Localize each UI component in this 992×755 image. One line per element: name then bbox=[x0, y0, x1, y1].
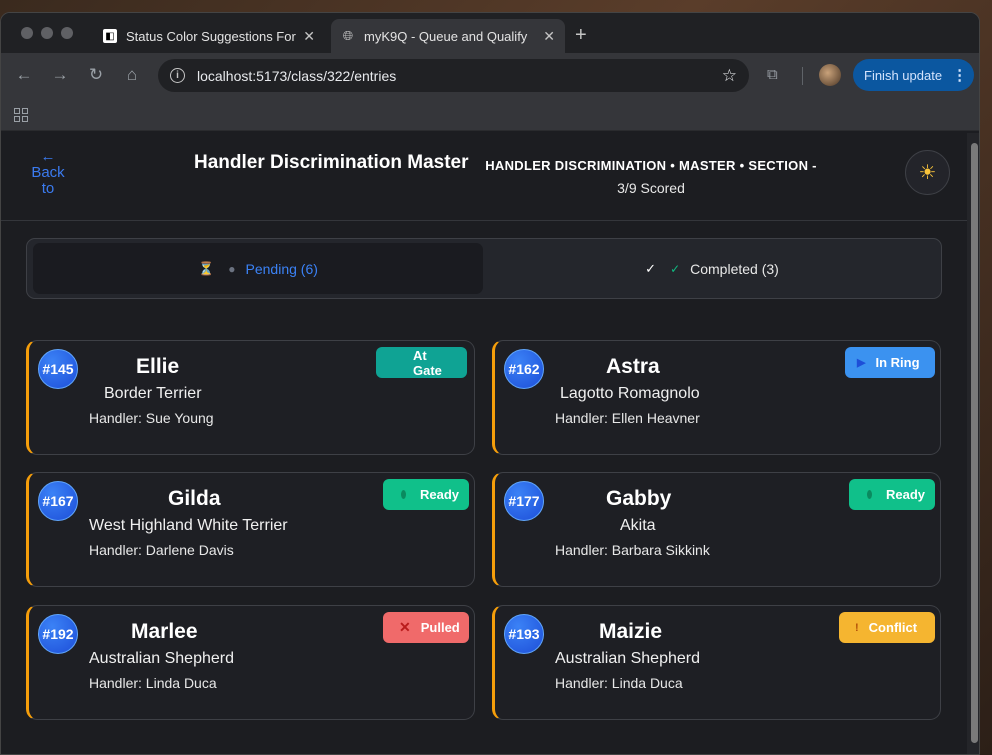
ready-dot-icon bbox=[867, 490, 872, 499]
entry-card[interactable]: #193 Maizie Australian Shepherd Handler:… bbox=[492, 605, 941, 720]
reload-icon[interactable]: ↻ bbox=[85, 65, 107, 85]
armband-number-badge: #193 bbox=[504, 614, 544, 654]
back-arrow-icon[interactable]: ← bbox=[13, 65, 35, 85]
back-to-classes-link[interactable]: ← Back to Classes bbox=[25, 149, 71, 193]
x-icon: ✕ bbox=[399, 619, 411, 635]
home-icon[interactable]: ⌂ bbox=[121, 65, 143, 85]
lens-search-icon[interactable]: ⧉ bbox=[767, 66, 778, 83]
armband-number-badge: #167 bbox=[38, 481, 78, 521]
status-label: Ready bbox=[885, 487, 925, 502]
bookmark-star-icon[interactable]: ☆ bbox=[722, 66, 737, 86]
dog-name: Astra bbox=[606, 355, 660, 378]
checkmark-icon: ✓ bbox=[645, 260, 657, 276]
browser-window: ◧ Status Color Suggestions For ✕ 🌐︎ myK9… bbox=[0, 12, 980, 755]
status-label: Ready bbox=[419, 487, 459, 502]
new-tab-button[interactable]: + bbox=[575, 25, 587, 45]
tab-completed[interactable]: ✓ ✓ Completed (3) bbox=[487, 243, 937, 294]
maximize-window-button[interactable] bbox=[61, 27, 73, 39]
scored-count: 3/9 Scored bbox=[617, 180, 685, 196]
tab-pending-label: Pending (6) bbox=[245, 260, 318, 277]
play-icon: ▶ bbox=[857, 357, 866, 369]
browser-toolbar: ← → ↻ ⌂ i localhost:5173/class/322/entri… bbox=[1, 53, 979, 99]
finish-update-label: Finish update bbox=[864, 67, 943, 83]
ready-dot-icon bbox=[401, 490, 406, 499]
apps-grid-icon[interactable] bbox=[14, 108, 28, 122]
browser-tab-status-colors[interactable]: ◧ Status Color Suggestions For ✕ bbox=[93, 19, 325, 53]
handler-name: Handler: Darlene Davis bbox=[89, 542, 234, 558]
handler-name: Handler: Linda Duca bbox=[89, 675, 217, 691]
dog-breed: Akita bbox=[620, 517, 656, 534]
dog-breed: Australian Shepherd bbox=[555, 650, 700, 667]
status-label: At Gate bbox=[413, 347, 442, 378]
dog-name: Gilda bbox=[168, 487, 221, 510]
tab-completed-label: Completed (3) bbox=[690, 260, 779, 277]
tab-pending[interactable]: ⏳ ● Pending (6) bbox=[33, 243, 483, 294]
armband-number-badge: #192 bbox=[38, 614, 78, 654]
sun-icon: ☀ bbox=[918, 162, 937, 184]
handler-name: Handler: Sue Young bbox=[89, 410, 214, 426]
status-label: Conflict bbox=[868, 620, 918, 635]
status-badge[interactable]: ! Conflict bbox=[839, 612, 935, 643]
close-tab-icon[interactable]: ✕ bbox=[543, 28, 555, 45]
armband-number-badge: #145 bbox=[38, 349, 78, 389]
dog-name: Maizie bbox=[599, 620, 663, 643]
app-page: ← Back to Classes Handler Discrimination… bbox=[1, 133, 979, 754]
theme-toggle-button[interactable]: ☀ bbox=[905, 150, 950, 195]
dog-name: Gabby bbox=[606, 487, 672, 510]
handler-name: Handler: Barbara Sikkink bbox=[555, 542, 710, 558]
dog-name: Marlee bbox=[131, 620, 198, 643]
scrollbar-thumb[interactable] bbox=[971, 143, 978, 743]
close-tab-icon[interactable]: ✕ bbox=[303, 28, 315, 45]
handler-name: Handler: Ellen Heavner bbox=[555, 410, 700, 426]
handler-name: Handler: Linda Duca bbox=[555, 675, 683, 691]
site-info-icon[interactable]: i bbox=[170, 68, 185, 83]
dog-breed: Australian Shepherd bbox=[89, 650, 234, 667]
dot-icon: ● bbox=[228, 261, 236, 276]
status-badge[interactable]: Ready bbox=[383, 479, 469, 510]
forward-arrow-icon[interactable]: → bbox=[49, 65, 71, 85]
entry-card[interactable]: #177 Gabby Akita Handler: Barbara Sikkin… bbox=[492, 472, 941, 587]
status-badge[interactable]: Ready bbox=[849, 479, 935, 510]
url-text[interactable]: localhost:5173/class/322/entries bbox=[197, 68, 722, 84]
window-controls bbox=[21, 27, 73, 39]
status-badge[interactable]: At Gate bbox=[376, 347, 467, 378]
entry-card[interactable]: #167 Gilda West Highland White Terrier H… bbox=[26, 472, 475, 587]
status-badge[interactable]: ▶ In Ring bbox=[845, 347, 935, 378]
browser-tab-myk9q[interactable]: 🌐︎ myK9Q - Queue and Qualify ✕ bbox=[331, 19, 565, 53]
dog-name: Ellie bbox=[136, 355, 180, 378]
address-bar[interactable]: i localhost:5173/class/322/entries ☆ bbox=[158, 59, 749, 92]
tab-title: Status Color Suggestions For bbox=[126, 28, 296, 44]
minimize-window-button[interactable] bbox=[41, 27, 53, 39]
hourglass-icon: ⏳ bbox=[198, 260, 215, 276]
globe-icon: 🌐︎ bbox=[342, 28, 354, 43]
app-favicon-icon: ◧ bbox=[103, 29, 117, 43]
close-window-button[interactable] bbox=[21, 27, 33, 39]
tab-strip: ◧ Status Color Suggestions For ✕ 🌐︎ myK9… bbox=[1, 13, 979, 53]
finish-update-button[interactable]: Finish update ⋮ bbox=[853, 59, 974, 91]
armband-number-badge: #177 bbox=[504, 481, 544, 521]
profile-avatar[interactable] bbox=[819, 64, 841, 86]
status-label: In Ring bbox=[875, 355, 920, 370]
page-title: Handler Discrimination Master bbox=[194, 152, 469, 173]
entry-status-tabs: ⏳ ● Pending (6) ✓ ✓ Completed (3) bbox=[26, 238, 942, 299]
more-menu-icon[interactable]: ⋮ bbox=[952, 66, 967, 84]
dog-breed: Border Terrier bbox=[104, 385, 202, 402]
status-label: Pulled bbox=[420, 620, 460, 635]
dog-breed: West Highland White Terrier bbox=[89, 517, 288, 534]
green-check-icon: ✓ bbox=[670, 261, 681, 276]
entry-card[interactable]: #162 Astra Lagotto Romagnolo Handler: El… bbox=[492, 340, 941, 455]
class-subtitle: HANDLER DISCRIMINATION • MASTER • SECTIO… bbox=[485, 158, 817, 173]
entry-card[interactable]: #145 Ellie Border Terrier Handler: Sue Y… bbox=[26, 340, 475, 455]
tab-title: myK9Q - Queue and Qualify bbox=[364, 28, 528, 44]
armband-number-badge: #162 bbox=[504, 349, 544, 389]
entry-card[interactable]: #192 Marlee Australian Shepherd Handler:… bbox=[26, 605, 475, 720]
toolbar-divider bbox=[802, 67, 803, 85]
page-header: ← Back to Classes Handler Discrimination… bbox=[1, 133, 967, 221]
warning-icon: ! bbox=[855, 621, 859, 634]
bookmarks-bar bbox=[1, 99, 979, 131]
dog-breed: Lagotto Romagnolo bbox=[560, 385, 700, 402]
status-badge[interactable]: ✕ Pulled bbox=[383, 612, 469, 643]
